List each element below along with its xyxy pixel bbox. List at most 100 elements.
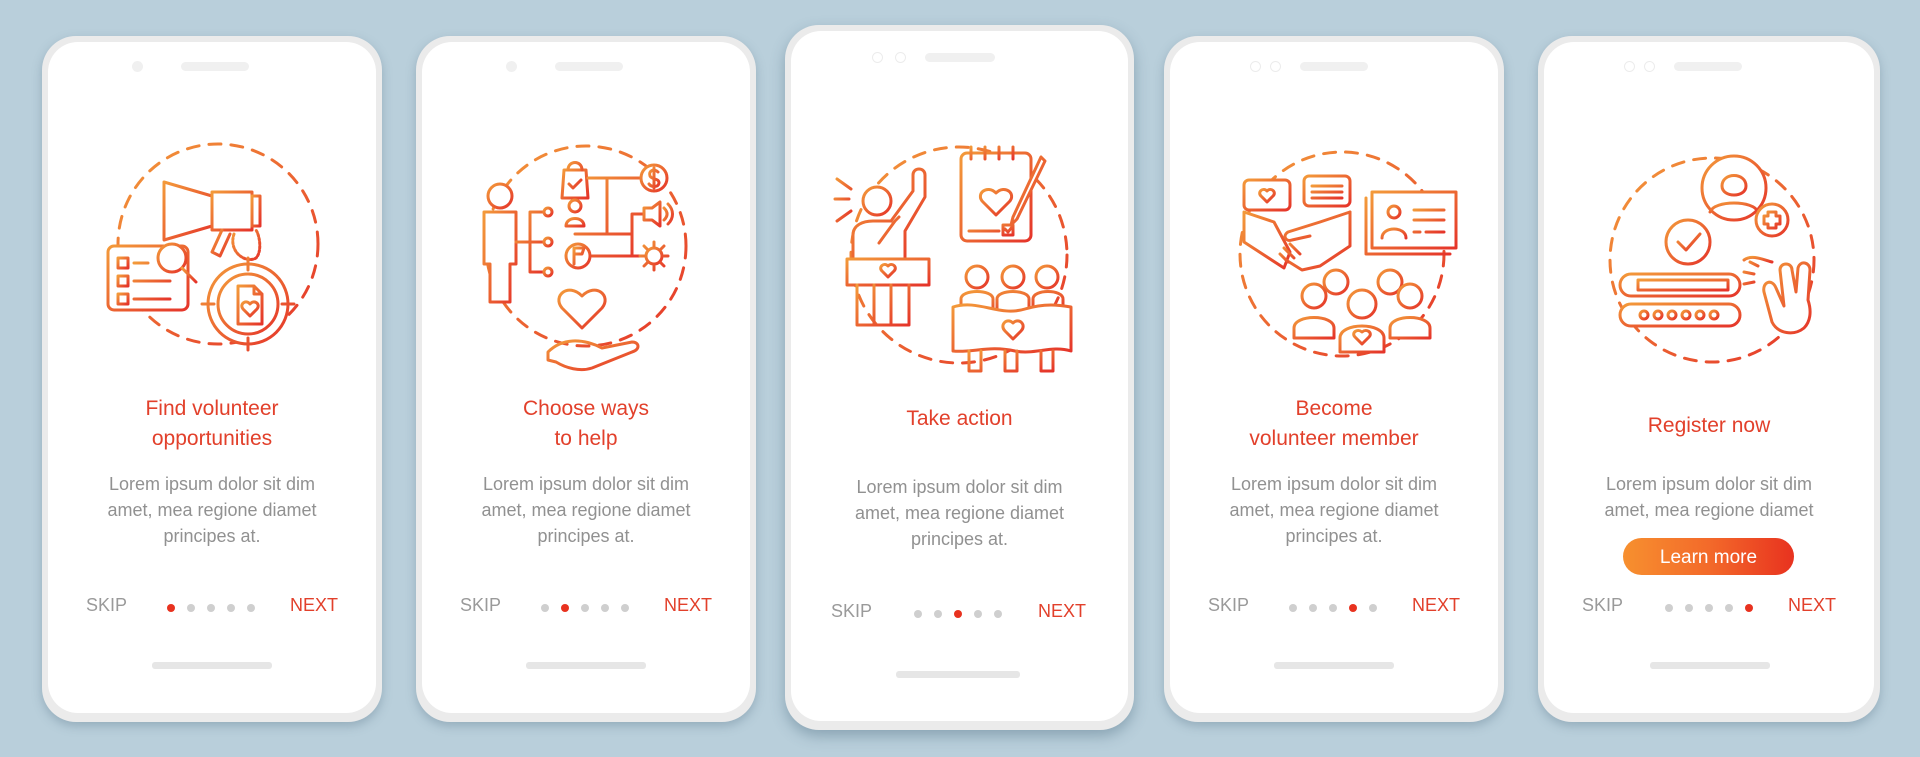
page-dot[interactable] [1309,604,1317,612]
sensor [1644,61,1655,72]
speaker [181,62,249,71]
page-dot[interactable] [541,604,549,612]
screen-title: Become volunteer member [1170,394,1498,454]
speaker [1300,62,1368,71]
learn-more-button[interactable]: Learn more [1623,538,1794,575]
speaker [1674,62,1742,71]
description-line: principes at. [910,529,1009,549]
page-dot[interactable] [1705,604,1713,612]
home-indicator [896,671,1020,678]
page-dot-active[interactable] [954,610,962,618]
home-indicator [1274,662,1394,669]
title-line: Take action [906,407,1013,430]
home-indicator [526,662,646,669]
page-indicator [914,610,1002,618]
description-line: amet, mea regione diamet [1604,500,1814,520]
next-button[interactable]: NEXT [1038,601,1086,622]
page-indicator [541,604,629,612]
description-line: Lorem ipsum dolor sit dim [108,474,316,494]
onboarding-screen-1: Find volunteer opportunities Lorem ipsum… [42,36,382,722]
onboarding-screen-4: Become volunteer member Lorem ipsum dolo… [1164,36,1504,722]
camera [872,52,883,63]
screen-description: Lorem ipsum dolor sit dim amet, mea regi… [1170,471,1498,549]
page-indicator [167,604,255,612]
page-indicator [1289,604,1377,612]
title-line: Register now [1647,414,1771,437]
page-dot[interactable] [1725,604,1733,612]
page-dot[interactable] [1369,604,1377,612]
description-line: Lorem ipsum dolor sit dim [1605,474,1813,494]
skip-button[interactable]: SKIP [1208,595,1249,616]
megaphone-search-target-icon [96,134,336,374]
description-line: Lorem ipsum dolor sit dim [856,477,1063,497]
speaker-petition-group-banner-icon [829,139,1079,379]
page-dot-active[interactable] [1349,604,1357,612]
page-dot-active[interactable] [561,604,569,612]
speaker [925,53,995,62]
description-line: principes at. [1285,526,1383,546]
screen-title: Choose ways to help [422,394,750,454]
title-line: to help [554,427,618,450]
page-dot-active[interactable] [167,604,175,612]
phone-screen: Take action Lorem ipsum dolor sit dim am… [791,31,1128,721]
skip-button[interactable]: SKIP [86,595,127,616]
page-dot[interactable] [621,604,629,612]
description-line: amet, mea regione diamet [481,500,691,520]
onboarding-screen-2: Choose ways to help Lorem ipsum dolor si… [416,36,756,722]
page-dot[interactable] [247,604,255,612]
title-line: Choose ways [522,397,650,420]
page-dot[interactable] [1685,604,1693,612]
phone-screen: Choose ways to help Lorem ipsum dolor si… [422,42,750,713]
page-dot[interactable] [1329,604,1337,612]
description-line: principes at. [163,526,261,546]
page-dot-active[interactable] [1745,604,1753,612]
next-button[interactable]: NEXT [290,595,338,616]
screen-title: Take action [791,404,1128,434]
page-dot[interactable] [601,604,609,612]
onboarding-screen-3: Take action Lorem ipsum dolor sit dim am… [785,25,1134,730]
handshake-idcard-group-icon [1230,142,1470,382]
screen-title: Find volunteer opportunities [48,394,376,454]
page-dot[interactable] [974,610,982,618]
skip-button[interactable]: SKIP [1582,595,1623,616]
skip-button[interactable]: SKIP [460,595,501,616]
camera [132,61,143,72]
skip-button[interactable]: SKIP [831,601,872,622]
sensor [1270,61,1281,72]
title-line: volunteer member [1249,427,1419,450]
title-line: opportunities [151,427,273,450]
phone-screen: Become volunteer member Lorem ipsum dolo… [1170,42,1498,713]
page-dot[interactable] [914,610,922,618]
register-form-user-add-icon [1604,142,1844,382]
camera [1624,61,1635,72]
page-dot[interactable] [1289,604,1297,612]
screen-description: Lorem ipsum dolor sit dim amet, mea regi… [791,474,1128,552]
phone-screen: Find volunteer opportunities Lorem ipsum… [48,42,376,713]
description-line: amet, mea regione diamet [107,500,317,520]
page-dot[interactable] [207,604,215,612]
page-dot[interactable] [187,604,195,612]
next-button[interactable]: NEXT [664,595,712,616]
screen-description: Lorem ipsum dolor sit dim amet, mea regi… [48,471,376,549]
screen-description: Lorem ipsum dolor sit dim amet, mea regi… [1544,471,1874,523]
sensor [895,52,906,63]
screen-description: Lorem ipsum dolor sit dim amet, mea regi… [422,471,750,549]
description-line: principes at. [537,526,635,546]
title-line: Find volunteer [145,397,279,420]
description-line: amet, mea regione diamet [854,503,1065,523]
page-dot[interactable] [581,604,589,612]
description-line: Lorem ipsum dolor sit dim [482,474,690,494]
page-dot[interactable] [1665,604,1673,612]
home-indicator [1650,662,1770,669]
camera [1250,61,1261,72]
page-indicator [1665,604,1753,612]
title-line: Become [1295,397,1373,420]
home-indicator [152,662,272,669]
page-dot[interactable] [934,610,942,618]
onboarding-screen-5: Register now Lorem ipsum dolor sit dim a… [1538,36,1880,722]
next-button[interactable]: NEXT [1788,595,1836,616]
page-dot[interactable] [994,610,1002,618]
next-button[interactable]: NEXT [1412,595,1460,616]
camera [506,61,517,72]
page-dot[interactable] [227,604,235,612]
